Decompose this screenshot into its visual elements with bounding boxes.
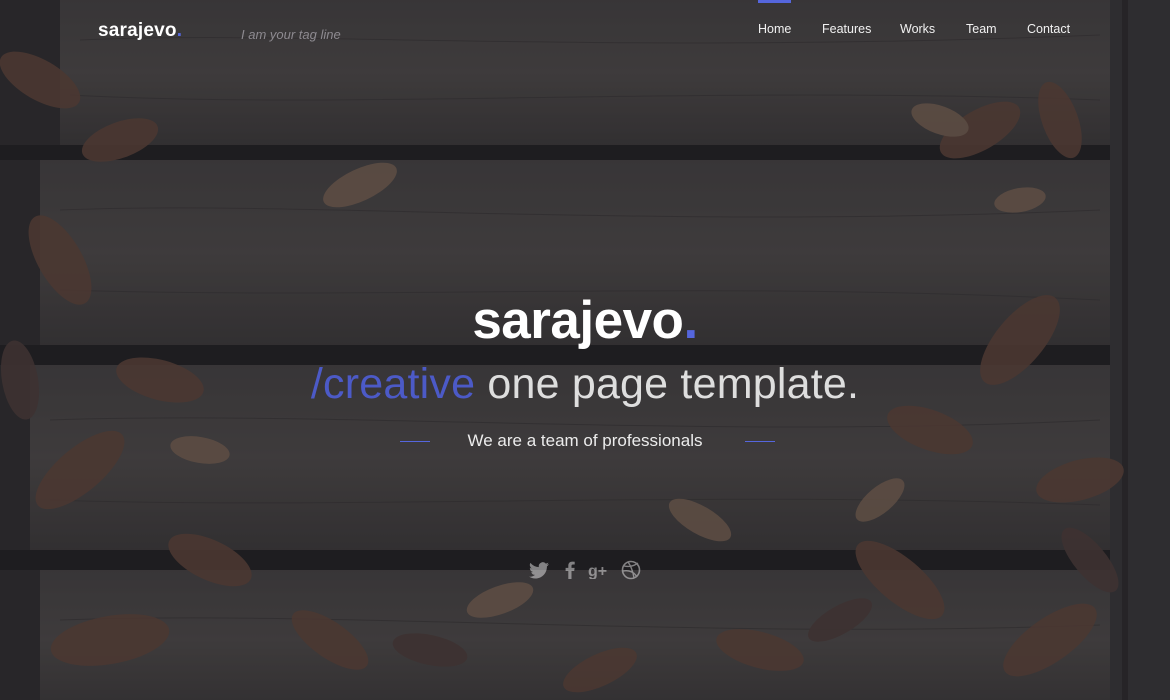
brand-name: sarajevo (98, 20, 177, 41)
dribbble-icon[interactable] (619, 558, 643, 582)
hero-title-dot: . (683, 291, 698, 350)
nav-item-home[interactable]: Home (758, 0, 792, 36)
hero-tagline: We are a team of professionals (467, 431, 703, 450)
google-plus-icon[interactable]: g+ (587, 558, 611, 582)
svg-text:g+: g+ (588, 563, 607, 579)
tagline-divider-right (745, 441, 775, 442)
hero-subtitle-rest: one page template. (475, 360, 860, 408)
brand-logo[interactable]: sarajevo. (98, 20, 182, 42)
hero-title: sarajevo. (0, 290, 1170, 351)
social-links: g+ (527, 558, 647, 584)
hero-subtitle-accent: /creative (310, 360, 476, 408)
nav-item-features[interactable]: Features (822, 22, 871, 36)
hero-title-text: sarajevo (472, 291, 684, 350)
hero-tagline-row: We are a team of professionals (0, 431, 1170, 451)
facebook-icon[interactable] (558, 558, 582, 582)
nav-item-works[interactable]: Works (900, 22, 935, 36)
navbar: sarajevo. I am your tag line Home Featur… (0, 0, 1170, 62)
tagline-divider-left (400, 441, 430, 442)
nav-menu: Home Features Works Team Contact (740, 0, 1170, 42)
brand-tagline: I am your tag line (241, 27, 341, 42)
nav-item-contact[interactable]: Contact (1027, 22, 1070, 36)
hero-subtitle: /creative one page template. (0, 360, 1170, 409)
brand-dot: . (176, 20, 183, 41)
twitter-icon[interactable] (527, 558, 551, 582)
nav-item-team[interactable]: Team (966, 22, 997, 36)
